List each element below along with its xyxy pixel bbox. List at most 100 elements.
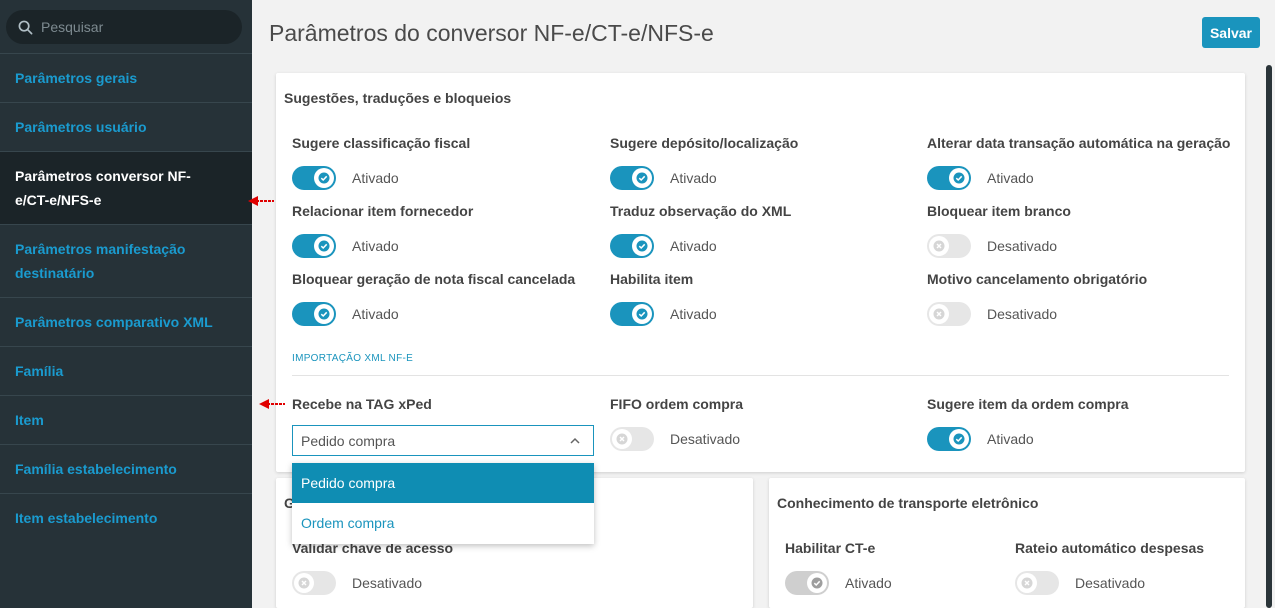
sidebar-item-parametros-conversor[interactable]: Parâmetros conversor NF-e/CT-e/NFS-e — [0, 151, 252, 224]
toggle-row: Desativado — [927, 302, 1057, 326]
card-title: Sugestões, traduções e bloqueios — [284, 90, 512, 106]
sidebar-item-parametros-manifestacao[interactable]: Parâmetros manifestação destinatário — [0, 224, 252, 297]
toggle-switch[interactable] — [610, 234, 654, 258]
field-label: Sugere classificação fiscal — [292, 135, 471, 151]
card-title: Conhecimento de transporte eletrônico — [777, 495, 1039, 511]
check-icon — [811, 577, 823, 589]
xped-select[interactable]: Pedido compra — [292, 425, 594, 456]
validar-chave-toggle-row: Desativado — [292, 571, 422, 595]
toggle-knob — [949, 429, 969, 449]
field-label-fifo: FIFO ordem compra — [610, 396, 744, 412]
sidebar-item-parametros-usuario[interactable]: Parâmetros usuário — [0, 102, 252, 151]
fifo-toggle[interactable] — [610, 427, 654, 451]
check-icon — [953, 433, 965, 445]
toggle-switch[interactable] — [927, 302, 971, 326]
divider — [292, 375, 1229, 376]
check-icon — [318, 240, 330, 252]
check-icon — [318, 172, 330, 184]
field-label: Bloquear item branco — [927, 203, 1071, 219]
habilitar-cte-toggle-row: Ativado — [785, 571, 892, 595]
check-icon — [953, 172, 965, 184]
toggle-row: Ativado — [292, 302, 399, 326]
sidebar-item-label: Parâmetros conversor NF-e/CT-e/NFS-e — [15, 168, 191, 208]
sidebar-item-label: Parâmetros manifestação destinatário — [15, 241, 186, 281]
sidebar-item-familia[interactable]: Família — [0, 346, 252, 395]
sidebar-item-item-estabelecimento[interactable]: Item estabelecimento — [0, 493, 252, 542]
field-label: Alterar data transação automática na ger… — [927, 135, 1231, 151]
toggle-knob — [929, 236, 949, 256]
toggle-state-text: Ativado — [987, 170, 1034, 186]
toggle-switch[interactable] — [927, 166, 971, 190]
x-icon — [1021, 577, 1033, 589]
field-label: Bloquear geração de nota fiscal cancelad… — [292, 271, 576, 287]
toggle-row: Ativado — [927, 166, 1034, 190]
sidebar-item-label: Item — [15, 412, 44, 428]
toggle-row: Ativado — [610, 166, 717, 190]
toggle-knob — [1017, 573, 1037, 593]
sidebar-item-familia-estabelecimento[interactable]: Família estabelecimento — [0, 444, 252, 493]
toggle-knob — [294, 573, 314, 593]
scrollbar[interactable] — [1266, 65, 1272, 608]
fifo-toggle-row: Desativado — [610, 427, 740, 451]
save-button[interactable]: Salvar — [1202, 17, 1260, 48]
sidebar-item-parametros-comparativo[interactable]: Parâmetros comparativo XML — [0, 297, 252, 346]
chevron-up-icon — [570, 437, 580, 444]
toggle-switch[interactable] — [292, 234, 336, 258]
toggle-state-text: Ativado — [670, 170, 717, 186]
sidebar-item-label: Parâmetros gerais — [15, 70, 138, 86]
toggle-knob — [314, 236, 334, 256]
habilitar-cte-toggle[interactable] — [785, 571, 829, 595]
x-icon — [933, 240, 945, 252]
sidebar-item-label: Família estabelecimento — [15, 461, 177, 477]
toggle-state-text: Ativado — [987, 431, 1034, 447]
field-label-xped: Recebe na TAG xPed — [292, 396, 432, 412]
x-icon — [933, 308, 945, 320]
x-icon — [616, 433, 628, 445]
toggle-switch[interactable] — [610, 166, 654, 190]
sidebar-item-label: Item estabelecimento — [15, 510, 158, 526]
toggle-state-text: Ativado — [845, 575, 892, 591]
sidebar-item-item[interactable]: Item — [0, 395, 252, 444]
toggle-state-text: Desativado — [987, 306, 1058, 322]
toggle-switch[interactable] — [292, 302, 336, 326]
toggle-switch[interactable] — [610, 302, 654, 326]
toggle-knob — [929, 304, 949, 324]
sidebar-item-label: Parâmetros usuário — [15, 119, 147, 135]
dropdown-option-pedido-compra[interactable]: Pedido compra — [292, 463, 594, 503]
check-icon — [636, 240, 648, 252]
dropdown-option-ordem-compra[interactable]: Ordem compra — [292, 503, 594, 543]
field-label: Motivo cancelamento obrigatório — [927, 271, 1148, 287]
section-label-importacao: IMPORTAÇÃO XML NF-E — [292, 353, 414, 364]
toggle-state-text: Desativado — [987, 238, 1058, 254]
toggle-knob — [949, 168, 969, 188]
page-title: Parâmetros do conversor NF-e/CT-e/NFS-e — [269, 20, 714, 46]
check-icon — [636, 308, 648, 320]
sidebar-nav: Parâmetros gerais Parâmetros usuário Par… — [0, 53, 252, 542]
toggle-switch[interactable] — [292, 166, 336, 190]
search-icon — [18, 20, 33, 34]
xped-dropdown: Pedido compra Ordem compra — [292, 463, 594, 544]
toggle-state-text: Ativado — [352, 306, 399, 322]
sugere-item-toggle[interactable] — [927, 427, 971, 451]
toggle-switch[interactable] — [927, 234, 971, 258]
toggle-knob — [632, 236, 652, 256]
rateio-toggle-row: Desativado — [1015, 571, 1145, 595]
red-arrow-icon — [259, 399, 285, 409]
check-icon — [318, 308, 330, 320]
toggle-knob — [314, 304, 334, 324]
sidebar-item-label: Família — [15, 363, 64, 379]
field-label: Traduz observação do XML — [610, 203, 792, 219]
sidebar-item-label: Parâmetros comparativo XML — [15, 314, 213, 330]
sidebar-item-parametros-gerais[interactable]: Parâmetros gerais — [0, 53, 252, 102]
x-icon — [298, 577, 310, 589]
rateio-toggle[interactable] — [1015, 571, 1059, 595]
toggle-state-text: Ativado — [670, 238, 717, 254]
search-box[interactable] — [6, 10, 242, 44]
toggle-knob — [612, 429, 632, 449]
sidebar: Parâmetros gerais Parâmetros usuário Par… — [0, 0, 252, 608]
toggle-row: Ativado — [292, 166, 399, 190]
toggle-state-text: Desativado — [670, 431, 741, 447]
validar-chave-toggle[interactable] — [292, 571, 336, 595]
search-input[interactable] — [41, 19, 221, 35]
toggle-state-text: Ativado — [670, 306, 717, 322]
